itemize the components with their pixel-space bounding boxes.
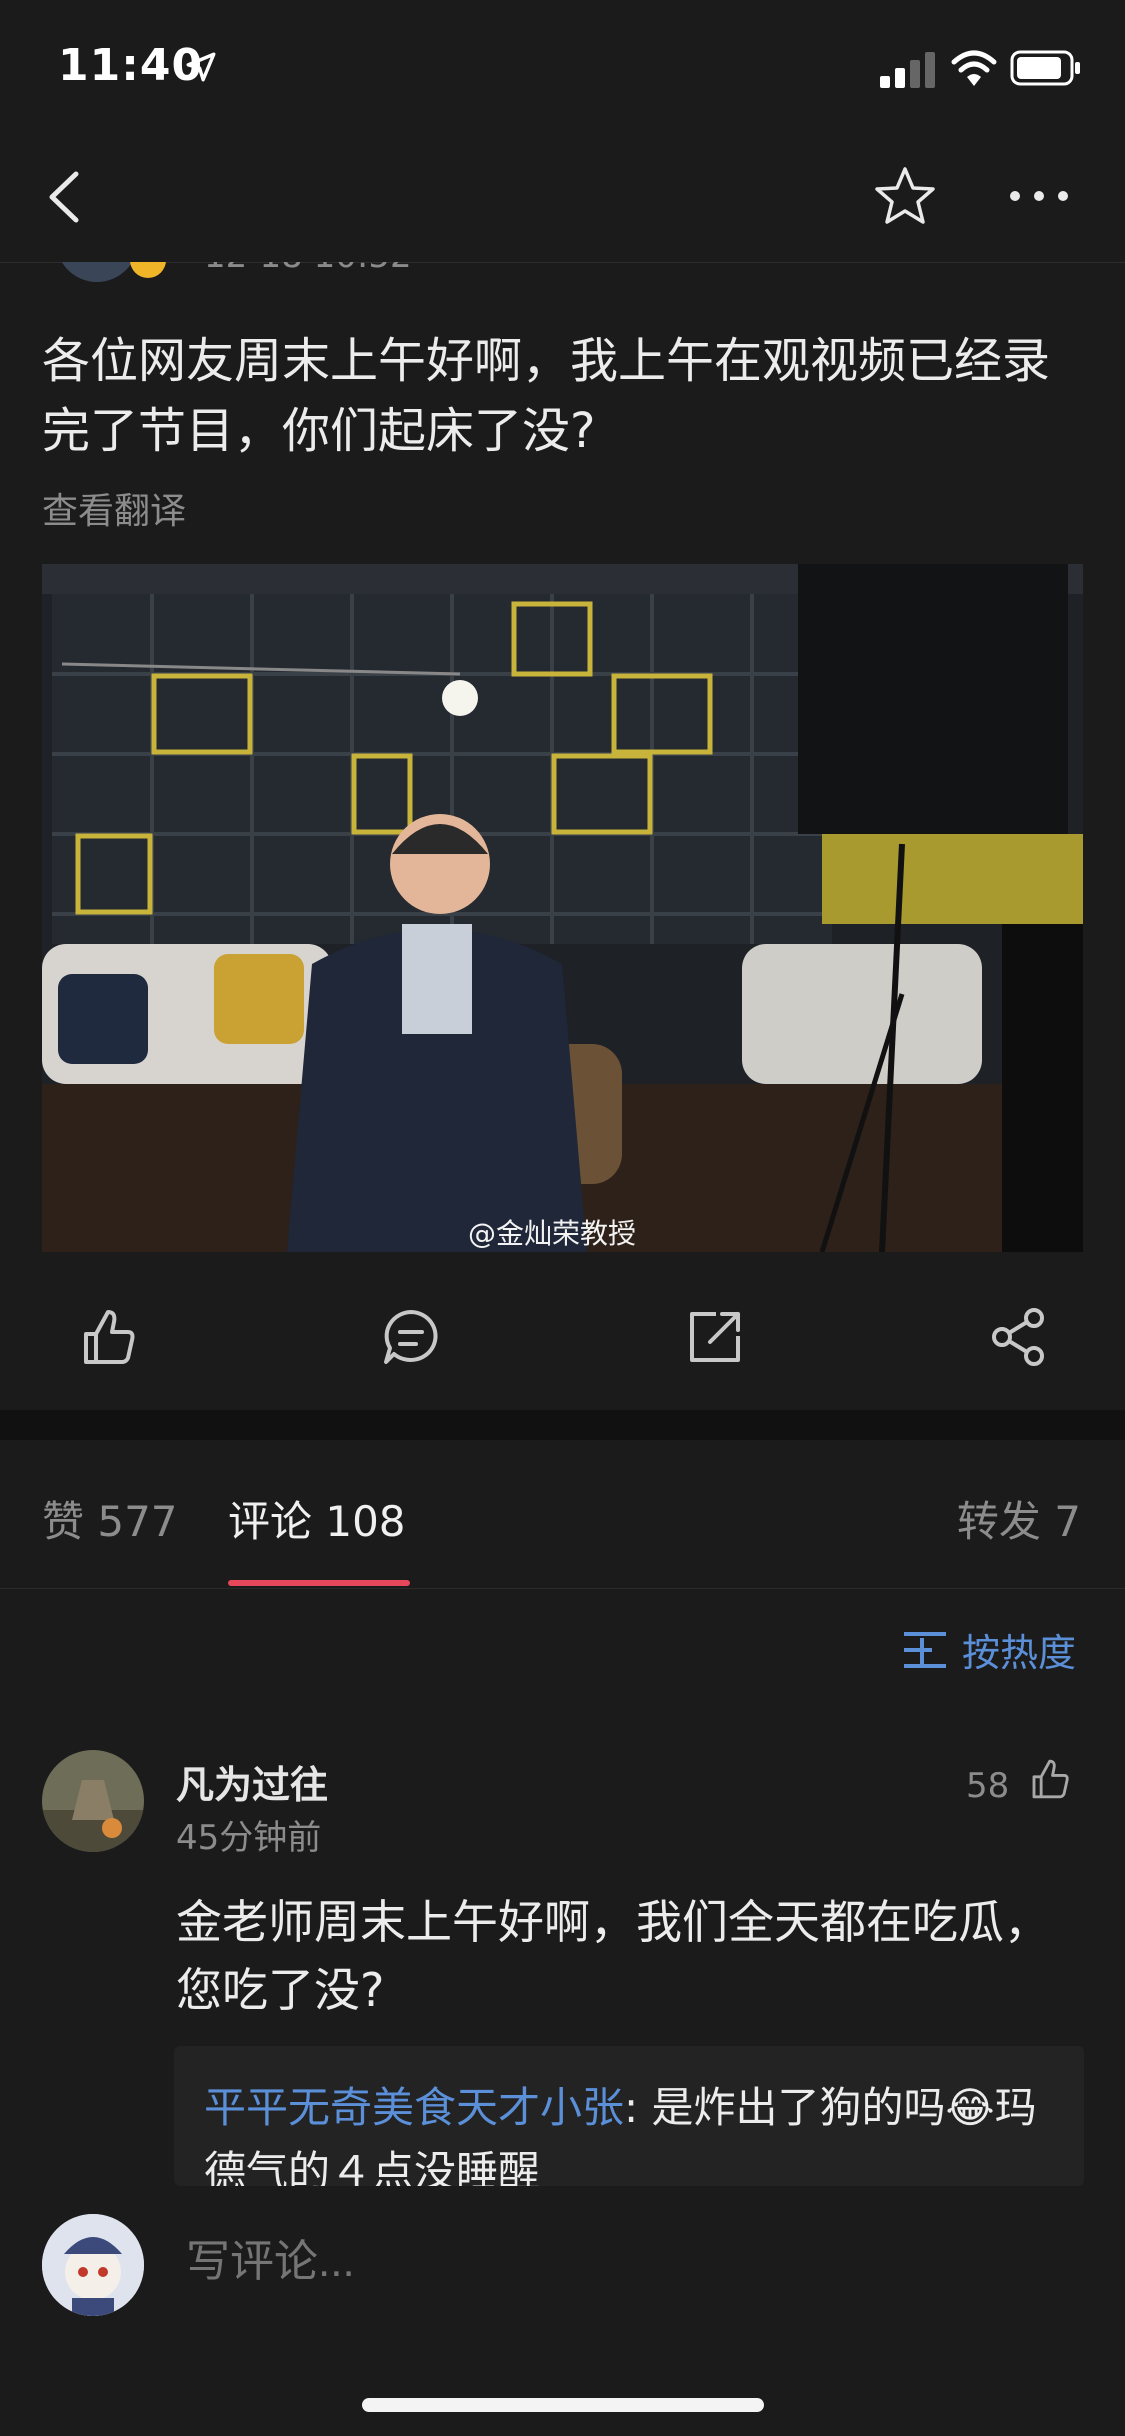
comment-like-icon[interactable]: [1024, 1754, 1074, 1804]
verified-badge-icon: [130, 262, 166, 278]
active-tab-indicator: [228, 1580, 410, 1586]
avatar-image: [42, 1750, 144, 1852]
commenter-name[interactable]: 凡为过往: [176, 1754, 328, 1809]
post-image[interactable]: [42, 564, 1083, 1252]
cellular-signal-icon: [880, 52, 935, 88]
reply-preview[interactable]: 平平无奇美食天才小张: 是炸出了狗的吗😂玛德气的４点没睡醒: [174, 2046, 1084, 2186]
studio-scene-illustration: [42, 564, 1083, 1252]
nav-bar: [0, 132, 1125, 263]
avatar-image: [42, 2214, 144, 2316]
comment-text: 金老师周末上午好啊，我们全天都在吃瓜，您吃了没?: [176, 1895, 1050, 2017]
status-bar: 11:40: [0, 0, 1125, 132]
engagement-tabs: 赞 577 评论 108 转发 7: [0, 1440, 1125, 1589]
section-divider: [0, 1410, 1125, 1440]
repost-icon[interactable]: [680, 1302, 750, 1372]
share-icon[interactable]: [984, 1302, 1054, 1372]
translate-link[interactable]: 查看翻译: [42, 482, 186, 534]
reply-username[interactable]: 平平无奇美食天才小张: [204, 2083, 624, 2132]
comment-time: 45分钟前: [176, 1818, 322, 1858]
sort-label: 按热度: [962, 1631, 1077, 1675]
image-watermark: @金灿荣教授: [468, 1217, 637, 1250]
my-avatar[interactable]: [42, 2214, 144, 2316]
comment-like-count: 58: [966, 1766, 1010, 1806]
like-icon[interactable]: [72, 1302, 142, 1372]
comment-input[interactable]: [184, 2236, 988, 2288]
wifi-icon: [951, 50, 997, 86]
tab-reposts[interactable]: 转发 7: [957, 1488, 1081, 1549]
sort-icon: [904, 1632, 946, 1668]
more-icon[interactable]: [1006, 176, 1072, 216]
commenter-avatar[interactable]: [42, 1750, 144, 1852]
post-action-bar: [0, 1262, 1125, 1410]
post-meta: 12-18 10:52: [0, 262, 1125, 282]
back-icon[interactable]: [36, 162, 96, 232]
comment-input-bar: [0, 2190, 1125, 2436]
comment-icon[interactable]: [376, 1302, 446, 1372]
tab-comments[interactable]: 评论 108: [228, 1488, 406, 1549]
star-icon[interactable]: [872, 164, 938, 230]
battery-icon: [1010, 50, 1080, 86]
home-indicator: [362, 2398, 764, 2412]
author-avatar[interactable]: [56, 262, 138, 282]
reply-content: 平平无奇美食天才小张: 是炸出了狗的吗😂玛德气的４点没睡醒: [204, 2076, 1064, 2186]
tab-likes[interactable]: 赞 577: [42, 1488, 178, 1549]
post-text: 各位网友周末上午好啊，我上午在观视频已经录完了节目，你们起床了没?: [42, 333, 1051, 459]
status-time: 11:40: [58, 40, 204, 91]
location-arrow-icon: [186, 52, 216, 82]
post-time: 12-18 10:52: [204, 262, 412, 276]
